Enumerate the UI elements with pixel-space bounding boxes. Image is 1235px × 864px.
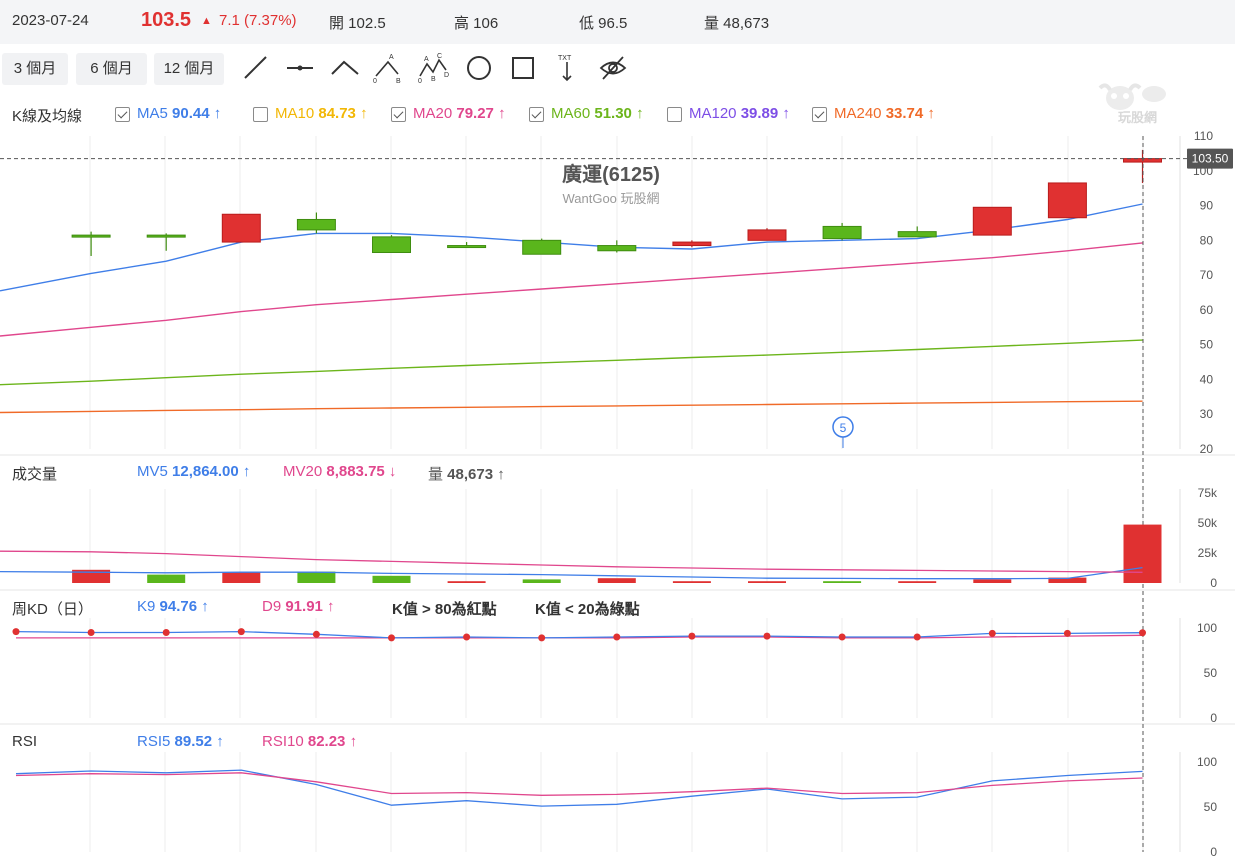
candle-body	[146, 234, 186, 238]
candle-body	[897, 231, 937, 238]
candle-body	[296, 218, 336, 231]
rsi-line-rsi10	[15, 772, 1143, 796]
candle-body	[822, 225, 862, 240]
volume-axis-tick: 25k	[1198, 546, 1218, 560]
volume-bar	[522, 579, 561, 583]
kd-red-dot	[388, 634, 395, 642]
candle-body	[71, 234, 111, 238]
rsi-line-rsi5	[15, 769, 1143, 807]
candle-body	[221, 213, 261, 243]
chart-subtitle: WantGoo 玩股網	[562, 191, 659, 206]
kd-red-dot	[1139, 629, 1146, 637]
volume-bar	[1123, 524, 1162, 583]
candle-body	[672, 241, 712, 247]
price-axis-tick: 60	[1200, 303, 1214, 317]
volume-bar	[748, 581, 786, 583]
ma-line-ma240	[0, 400, 1143, 414]
price-axis-tick: 30	[1200, 407, 1214, 421]
ma-line-ma5	[0, 203, 1143, 292]
candle-body	[747, 229, 787, 241]
volume-axis-tick: 0	[1210, 576, 1217, 590]
volume-bar	[597, 578, 636, 583]
price-axis-tick: 80	[1200, 233, 1214, 247]
price-axis-tick: 110	[1194, 129, 1213, 143]
candle-body	[972, 206, 1012, 236]
volume-bar	[898, 581, 937, 583]
chart-title: 廣運(6125)	[562, 162, 660, 186]
volume-bar	[672, 581, 711, 583]
kd-red-dot	[838, 633, 846, 641]
ma-line-ma60	[0, 339, 1143, 386]
kd-red-dot	[913, 633, 921, 641]
kd-red-dot	[12, 628, 20, 636]
kd-red-dot	[1063, 629, 1071, 637]
kd-red-dot	[988, 629, 996, 637]
kd-red-dot	[162, 629, 170, 636]
volume-bar	[222, 572, 261, 583]
rsi-axis-tick: 100	[1197, 755, 1217, 769]
price-axis-tick: 50	[1200, 338, 1214, 352]
price-axis-tick: 70	[1200, 268, 1214, 282]
volume-line-mv20	[0, 550, 1143, 573]
kd-red-dot	[87, 629, 95, 636]
volume-bar	[447, 581, 486, 583]
price-axis-tick: 40	[1200, 372, 1214, 386]
volume-bar	[973, 579, 1012, 583]
volume-bar	[823, 581, 862, 583]
stock-chart-canvas[interactable]: 1101009080706050403020廣運(6125)WantGoo 玩股…	[0, 0, 1235, 864]
candle-body	[1047, 182, 1087, 219]
candle-body	[597, 245, 637, 252]
volume-bar	[297, 571, 336, 583]
kd-axis-tick: 50	[1204, 666, 1218, 680]
event-marker-label: 5	[840, 421, 847, 435]
kd-axis-tick: 100	[1197, 621, 1217, 635]
volume-axis-tick: 50k	[1198, 516, 1218, 530]
kd-axis-tick: 0	[1210, 711, 1217, 725]
price-axis-tick: 20	[1200, 442, 1214, 456]
rsi-axis-tick: 50	[1204, 800, 1218, 814]
candle-body	[522, 239, 562, 255]
last-price-label: 103.50	[1192, 152, 1229, 166]
candle-body	[372, 236, 411, 254]
volume-axis-tick: 75k	[1198, 486, 1218, 500]
rsi-axis-tick: 0	[1210, 845, 1217, 859]
kd-red-dot	[312, 630, 320, 638]
kd-red-dot	[613, 633, 621, 641]
ma-line-ma20	[0, 242, 1143, 337]
price-axis-tick: 90	[1200, 199, 1214, 213]
kd-red-dot	[688, 632, 696, 640]
kd-red-dot	[763, 632, 771, 640]
kd-red-dot	[237, 628, 245, 636]
kd-red-dot	[538, 634, 546, 642]
candle-body	[447, 245, 487, 249]
volume-bar	[147, 574, 186, 583]
volume-bar	[372, 575, 411, 583]
kd-red-dot	[463, 633, 471, 641]
